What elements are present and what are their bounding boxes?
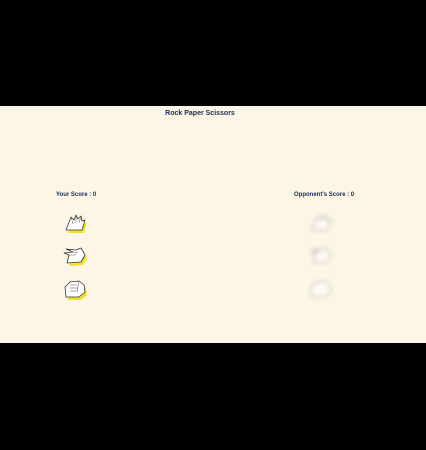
opponent-rock	[308, 278, 336, 302]
game-title: Rock Paper Scissors	[165, 110, 235, 117]
player-paper-button[interactable]	[62, 212, 90, 236]
opponent-paper	[308, 212, 336, 236]
rock-hand-icon	[310, 280, 332, 298]
opponent-scissors	[308, 244, 336, 268]
paper-hand-icon	[311, 213, 332, 231]
player-score: Your Score : 0	[56, 192, 97, 198]
game-board: Rock Paper Scissors Your Score : 0 Oppon…	[0, 106, 426, 343]
player-rock-button[interactable]	[62, 278, 90, 302]
opponent-score: Opponent's Score : 0	[294, 192, 355, 198]
paper-hand-icon	[65, 214, 87, 233]
rock-hand-icon	[64, 280, 87, 300]
scissors-hand-icon	[309, 247, 332, 264]
player-scissors-button[interactable]	[62, 244, 90, 268]
scissors-hand-icon	[63, 247, 87, 266]
